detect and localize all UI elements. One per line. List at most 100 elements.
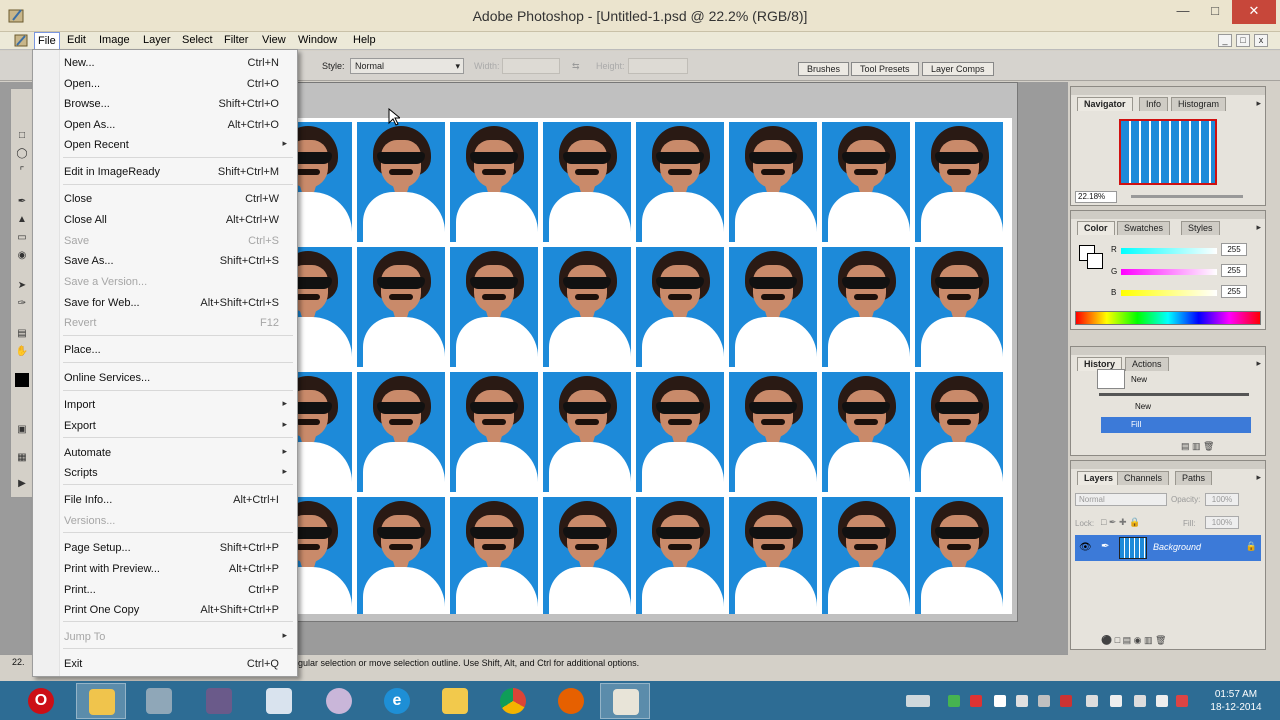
green-slider[interactable] <box>1121 269 1217 275</box>
taskbar-computer[interactable] <box>134 683 184 719</box>
brush-tool-icon[interactable]: ✒ <box>15 195 29 209</box>
document-icon[interactable] <box>14 34 30 48</box>
menu-image[interactable]: Image <box>96 34 133 46</box>
stamp-tool-icon[interactable]: ▲ <box>15 213 29 227</box>
menu-item-import[interactable]: Import ▸ <box>33 395 297 415</box>
menu-item-file-info[interactable]: File Info... Alt+Ctrl+I <box>33 490 297 510</box>
menu-item-exit[interactable]: Exit Ctrl+Q <box>33 654 297 674</box>
tab-actions[interactable]: Actions <box>1125 357 1169 371</box>
taskbar-chrome[interactable] <box>488 683 538 719</box>
panel-menu-icon[interactable]: ▸ <box>1256 98 1261 109</box>
tool-presets-well-tab[interactable]: Tool Presets <box>851 62 919 76</box>
layer-row-background[interactable]: 👁 ✒ Background 🔒 <box>1075 535 1261 561</box>
menu-view[interactable]: View <box>259 34 289 46</box>
menu-item-open[interactable]: Open... Ctrl+O <box>33 74 297 94</box>
taskbar-ie[interactable]: e <box>372 683 422 719</box>
tab-paths[interactable]: Paths <box>1175 471 1213 485</box>
menu-item-close[interactable]: Close Ctrl+W <box>33 189 297 209</box>
layer-comps-well-tab[interactable]: Layer Comps <box>922 62 994 76</box>
green-value[interactable]: 255 <box>1221 264 1247 277</box>
menu-item-page-setup[interactable]: Page Setup... Shift+Ctrl+P <box>33 538 297 558</box>
menu-item-edit-in-imageready[interactable]: Edit in ImageReady Shift+Ctrl+M <box>33 162 297 182</box>
taskbar-opera[interactable]: O <box>16 683 66 719</box>
taskbar-file-explorer[interactable] <box>430 683 480 719</box>
menu-item-scripts[interactable]: Scripts ▸ <box>33 463 297 483</box>
taskbar-photoshop[interactable] <box>600 683 650 719</box>
status-zoom[interactable]: 22. <box>12 657 25 667</box>
menu-item-online-services[interactable]: Online Services... <box>33 368 297 388</box>
menu-item-open-as[interactable]: Open As... Alt+Ctrl+O <box>33 115 297 135</box>
menu-item-print-one-copy[interactable]: Print One Copy Alt+Shift+Ctrl+P <box>33 600 297 620</box>
history-state-new[interactable]: New <box>1101 399 1251 415</box>
menu-item-versions[interactable]: Versions... <box>33 511 297 531</box>
blue-value[interactable]: 255 <box>1221 285 1247 298</box>
tab-layers[interactable]: Layers <box>1077 471 1121 485</box>
brushes-well-tab[interactable]: Brushes <box>798 62 850 76</box>
tray-opera-icon[interactable] <box>970 695 982 707</box>
marquee-tool-icon[interactable]: □ <box>15 129 29 143</box>
snapshot-thumbnail[interactable] <box>1097 369 1125 389</box>
tab-histogram[interactable]: Histogram <box>1171 97 1227 111</box>
menu-item-revert[interactable]: Revert F12 <box>33 313 297 333</box>
tab-swatches[interactable]: Swatches <box>1117 221 1171 235</box>
menu-item-save[interactable]: Save Ctrl+S <box>33 231 297 251</box>
notes-tool-icon[interactable]: ▤ <box>15 327 29 341</box>
power-icon[interactable] <box>1134 695 1146 707</box>
system-clock[interactable]: 01:57 AM 18-12-2014 <box>1196 688 1276 714</box>
history-state-fill[interactable]: Fill <box>1101 417 1251 433</box>
tray-idm-icon[interactable] <box>994 695 1006 707</box>
blue-slider[interactable] <box>1121 290 1217 296</box>
tab-color[interactable]: Color <box>1077 221 1115 235</box>
taskbar-document[interactable] <box>254 683 304 719</box>
lock-icons[interactable]: □ ✒ ✚ 🔒 <box>1101 517 1140 528</box>
menu-filter[interactable]: Filter <box>221 34 251 46</box>
background-color-chip[interactable] <box>1087 253 1103 269</box>
volume-icon[interactable] <box>1176 695 1188 707</box>
history-buttons[interactable]: ▤ ▥ 🗑 <box>1181 441 1214 452</box>
menu-item-print-with-preview[interactable]: Print with Preview... Alt+Ctrl+P <box>33 559 297 579</box>
style-select[interactable]: Normal ▾ <box>350 58 464 74</box>
tray-network-icon[interactable] <box>1038 695 1050 707</box>
menu-select[interactable]: Select <box>179 34 216 46</box>
tray-app-icon[interactable] <box>948 695 960 707</box>
menu-help[interactable]: Help <box>350 34 379 46</box>
menu-item-print[interactable]: Print... Ctrl+P <box>33 580 297 600</box>
menu-item-export[interactable]: Export ▸ <box>33 416 297 436</box>
wifi-icon[interactable] <box>1156 695 1168 707</box>
tray-usb-icon[interactable] <box>1086 695 1098 707</box>
opacity-field[interactable]: 100% <box>1205 493 1239 506</box>
red-slider[interactable] <box>1121 248 1217 254</box>
menu-item-open-recent[interactable]: Open Recent ▸ <box>33 135 297 155</box>
pen-tool-icon[interactable]: ✑ <box>15 297 29 311</box>
foreground-color-swatch[interactable] <box>15 373 29 387</box>
menu-edit[interactable]: Edit <box>64 34 89 46</box>
tab-channels[interactable]: Channels <box>1117 471 1170 485</box>
panel-menu-icon[interactable]: ▸ <box>1256 222 1261 233</box>
snapshot-label[interactable]: New <box>1131 375 1147 384</box>
hand-tool-icon[interactable]: ✋ <box>15 345 29 359</box>
taskbar-app[interactable] <box>314 683 364 719</box>
panel-menu-icon[interactable]: ▸ <box>1256 472 1261 483</box>
menu-item-save-as[interactable]: Save As... Shift+Ctrl+S <box>33 251 297 271</box>
taskbar-archive[interactable] <box>194 683 244 719</box>
layer-name[interactable]: Background <box>1153 542 1201 552</box>
doc-minimize-button[interactable]: _ <box>1218 34 1232 47</box>
menu-file[interactable]: File <box>34 32 60 50</box>
blend-mode-select[interactable]: Normal <box>1075 493 1167 506</box>
tab-navigator[interactable]: Navigator <box>1077 97 1133 111</box>
doc-restore-button[interactable]: □ <box>1236 34 1250 47</box>
menu-item-jump-to[interactable]: Jump To ▸ <box>33 627 297 647</box>
quick-mask-icon[interactable]: ▣ <box>15 423 29 437</box>
minimize-button[interactable]: — <box>1168 0 1198 24</box>
maximize-button[interactable]: □ <box>1200 0 1230 24</box>
navigator-zoom-slider[interactable] <box>1131 195 1243 198</box>
height-input[interactable] <box>628 58 688 74</box>
menu-item-save-for-web[interactable]: Save for Web... Alt+Shift+Ctrl+S <box>33 293 297 313</box>
navigator-thumbnail[interactable] <box>1119 119 1217 185</box>
tab-info[interactable]: Info <box>1139 97 1169 111</box>
menu-layer[interactable]: Layer <box>140 34 174 46</box>
blur-tool-icon[interactable]: ◉ <box>15 249 29 263</box>
doc-close-button[interactable]: x <box>1254 34 1268 47</box>
menu-item-automate[interactable]: Automate ▸ <box>33 443 297 463</box>
menu-item-close-all[interactable]: Close All Alt+Ctrl+W <box>33 210 297 230</box>
